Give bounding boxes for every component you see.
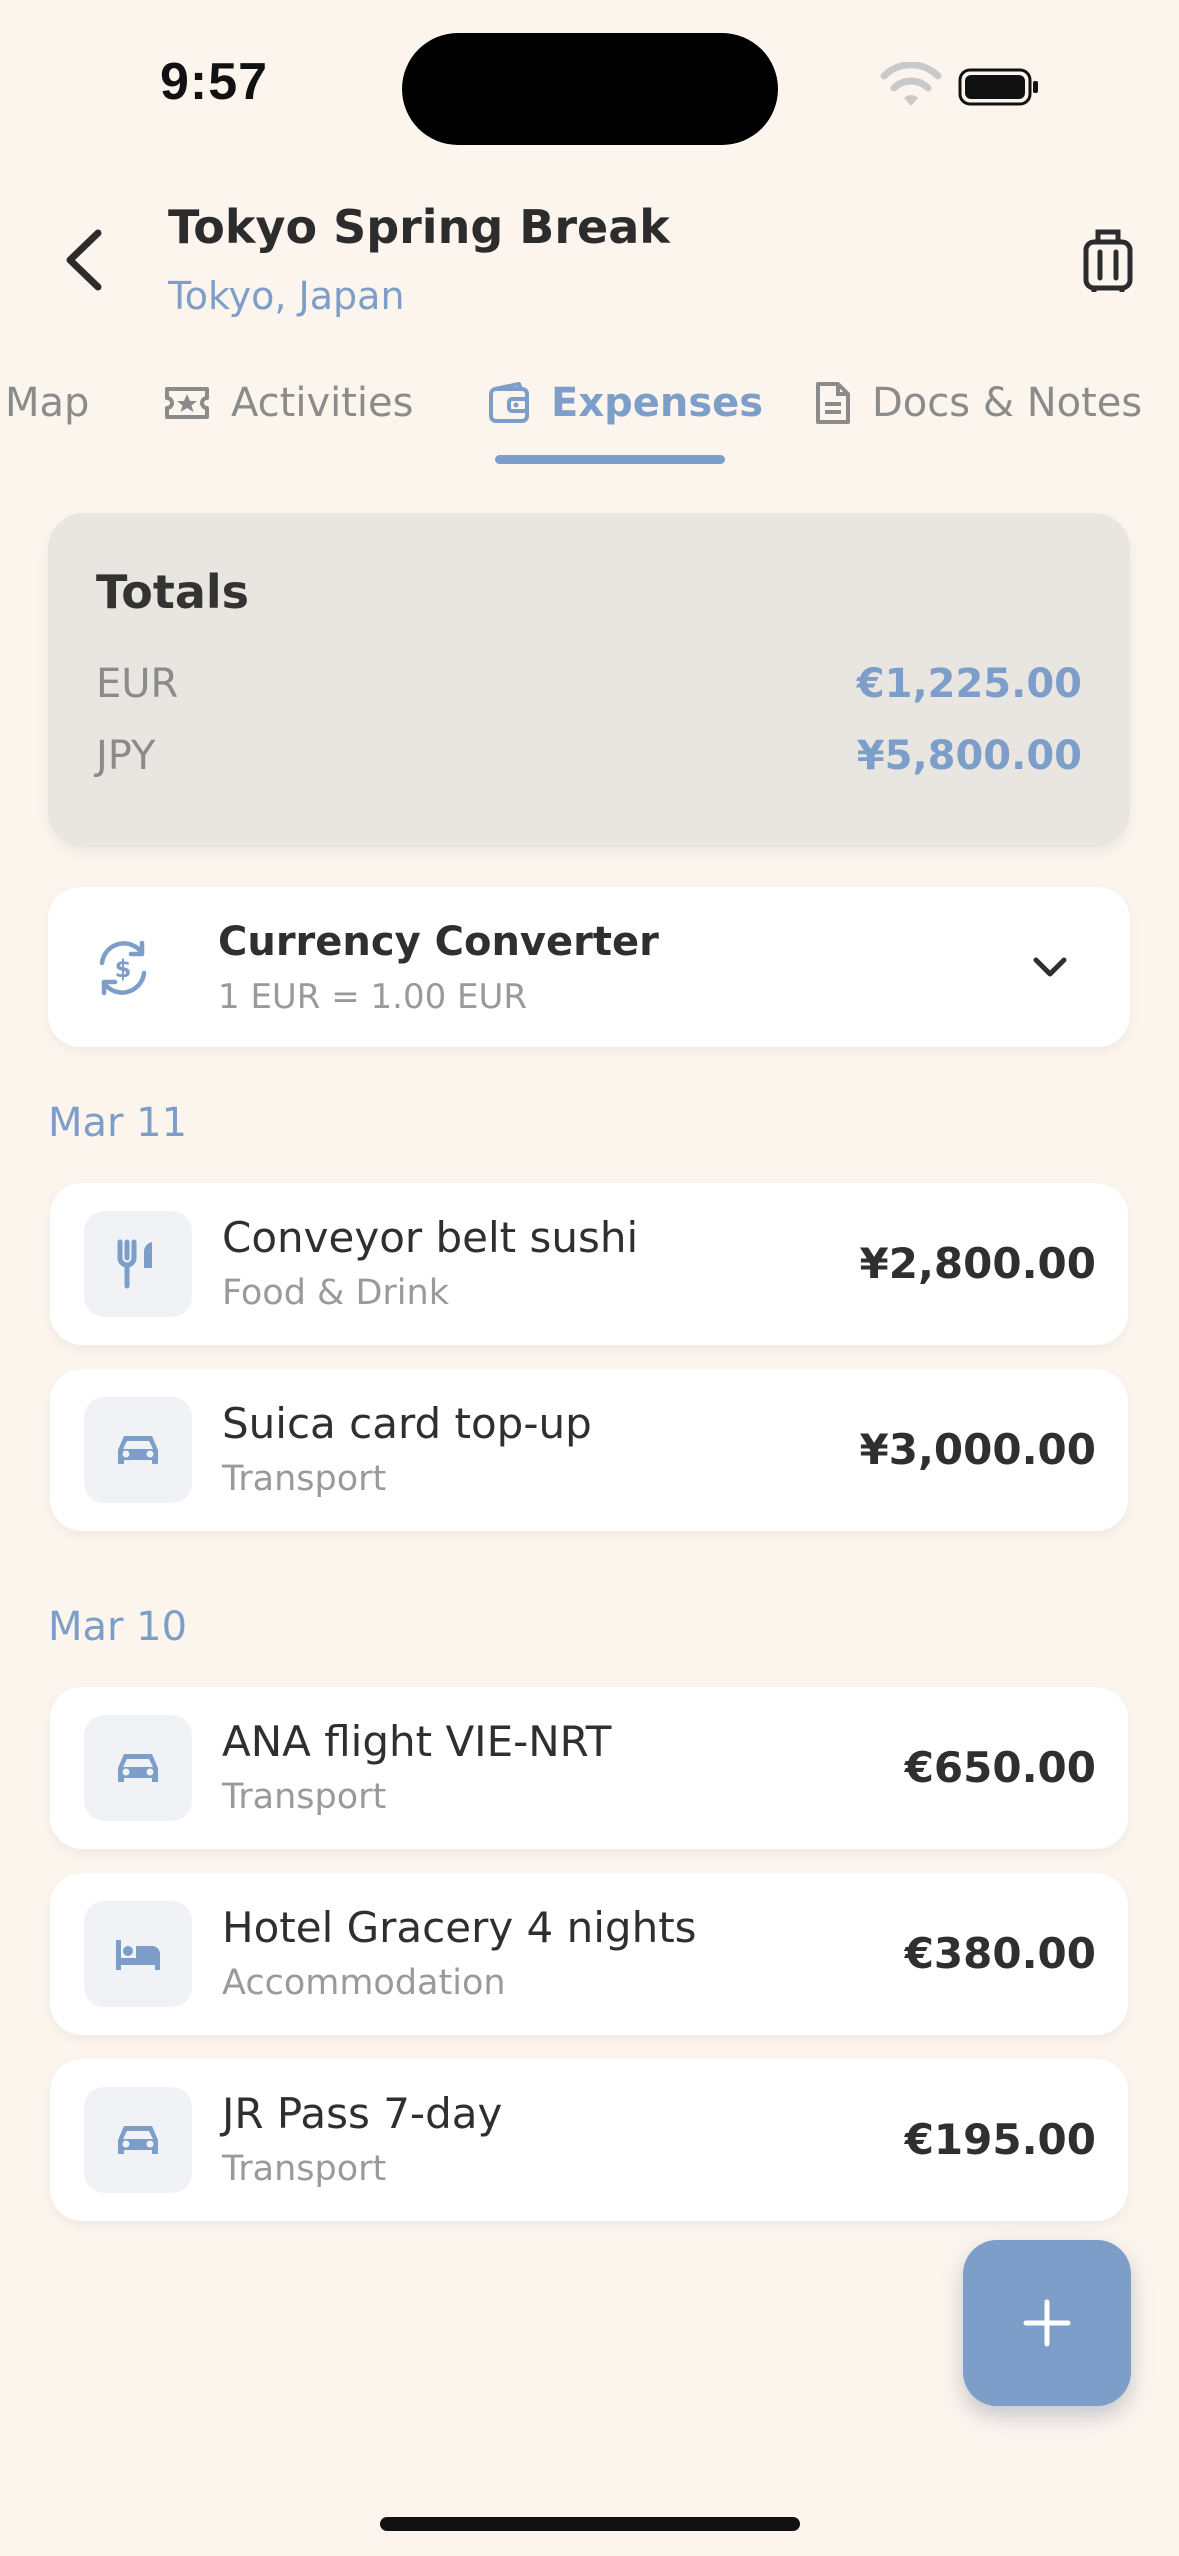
expense-item[interactable]: Conveyor belt sushi Food & Drink ¥2,800.… [50, 1183, 1128, 1345]
car-icon [84, 2087, 192, 2193]
trip-location: Tokyo, Japan [168, 274, 405, 318]
currency-exchange-icon: $ [99, 940, 147, 996]
document-icon [816, 382, 850, 424]
tab-map[interactable]: Map [5, 380, 89, 426]
expense-item[interactable]: JR Pass 7-day Transport €195.00 [50, 2059, 1128, 2221]
totals-value: ¥5,800.00 [856, 733, 1082, 779]
tab-activities-label: Activities [231, 380, 414, 426]
expense-name: JR Pass 7-day [222, 2089, 503, 2138]
wallet-icon [489, 382, 529, 423]
totals-currency: JPY [96, 733, 156, 779]
wifi-icon [880, 62, 942, 106]
home-indicator [380, 2517, 800, 2531]
expense-name: Conveyor belt sushi [222, 1213, 639, 1262]
ticket-icon [165, 387, 209, 419]
expense-amount: €195.00 [904, 2115, 1096, 2164]
active-tab-indicator [495, 455, 725, 464]
expense-category: Transport [222, 2149, 387, 2189]
totals-value: €1,225.00 [856, 661, 1082, 707]
expense-item[interactable]: Suica card top-up Transport ¥3,000.00 [50, 1369, 1128, 1531]
dynamic-island [402, 33, 778, 145]
totals-currency: EUR [96, 661, 179, 707]
trip-title: Tokyo Spring Break [168, 200, 670, 254]
totals-row-jpy: JPY ¥5,800.00 [96, 733, 1082, 779]
expense-amount: €650.00 [904, 1743, 1096, 1792]
battery-icon [958, 68, 1038, 106]
bed-icon [84, 1901, 192, 2007]
expense-name: ANA flight VIE-NRT [222, 1717, 612, 1766]
converter-title: Currency Converter [218, 919, 659, 965]
chevron-down-icon[interactable] [1026, 943, 1074, 991]
fork-knife-icon [84, 1211, 192, 1317]
luggage-icon[interactable] [1080, 228, 1136, 294]
date-header: Mar 11 [48, 1100, 188, 1146]
tab-expenses-label: Expenses [551, 380, 764, 426]
expense-category: Transport [222, 1459, 387, 1499]
expense-item[interactable]: Hotel Gracery 4 nights Accommodation €38… [50, 1873, 1128, 2035]
expense-name: Hotel Gracery 4 nights [222, 1903, 697, 1952]
expense-category: Food & Drink [222, 1273, 449, 1313]
tab-expenses[interactable]: Expenses [487, 380, 763, 426]
expense-amount: ¥2,800.00 [859, 1239, 1096, 1288]
date-header: Mar 10 [48, 1604, 188, 1650]
tab-docs-notes-label: Docs & Notes [872, 380, 1143, 426]
currency-converter[interactable]: $ Currency Converter 1 EUR = 1.00 EUR [48, 887, 1130, 1047]
expense-category: Accommodation [222, 1963, 506, 2003]
totals-row-eur: EUR €1,225.00 [96, 661, 1082, 707]
svg-text:$: $ [115, 955, 132, 983]
add-expense-button[interactable] [963, 2240, 1131, 2406]
tab-docs-notes[interactable]: Docs & Notes [814, 380, 1142, 426]
tab-map-label: Map [5, 380, 90, 426]
car-icon [84, 1715, 192, 1821]
plus-icon [1023, 2299, 1071, 2347]
totals-card: Totals EUR €1,225.00 JPY ¥5,800.00 [48, 513, 1130, 847]
converter-rate: 1 EUR = 1.00 EUR [218, 977, 528, 1017]
expense-name: Suica card top-up [222, 1399, 592, 1448]
expense-category: Transport [222, 1777, 387, 1817]
back-chevron-icon[interactable] [58, 225, 108, 295]
expense-amount: €380.00 [904, 1929, 1096, 1978]
status-time: 9:57 [160, 53, 269, 111]
expense-item[interactable]: ANA flight VIE-NRT Transport €650.00 [50, 1687, 1128, 1849]
expense-amount: ¥3,000.00 [859, 1425, 1096, 1474]
tab-activities[interactable]: Activities [163, 380, 413, 426]
totals-title: Totals [96, 565, 250, 619]
car-icon [84, 1397, 192, 1503]
